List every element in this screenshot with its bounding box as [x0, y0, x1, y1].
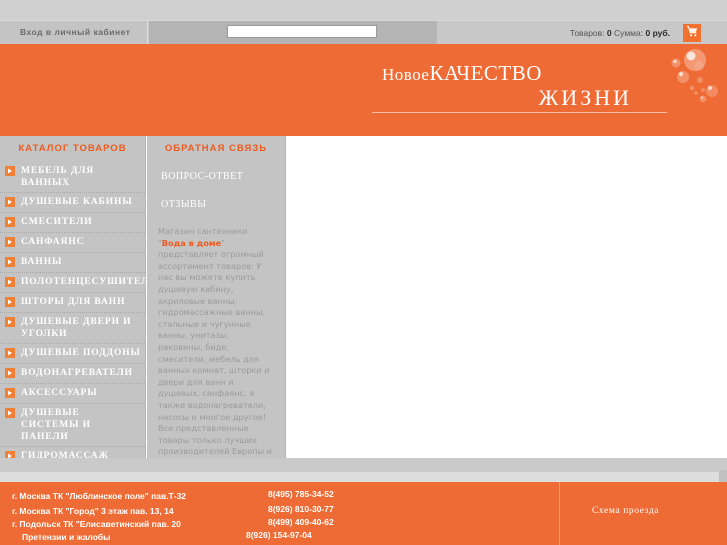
- page-root: Вход в личный кабинет Товаров: 0 Сумма: …: [0, 0, 727, 545]
- chevron-right-icon: [5, 277, 15, 287]
- chevron-right-icon: [5, 388, 15, 398]
- catalog-sidebar: КАТАЛОГ ТОВАРОВ МЕБЕЛЬ ДЛЯ ВАННЫХ ДУШЕВЫ…: [0, 136, 157, 467]
- sidebar-item-vanny[interactable]: ВАННЫ: [0, 253, 145, 273]
- footer-phone[interactable]: 8(926) 810-30-77: [268, 503, 334, 516]
- logo-word-novoe: Новое: [382, 65, 430, 84]
- catalog-title: КАТАЛОГ ТОВАРОВ: [18, 143, 127, 154]
- sidebar-item-label: АКСЕССУАРЫ: [21, 388, 98, 398]
- site-header-banner: НовоеКАЧЕСТВО ЖИЗНИ ГЛАВНАЯ КАТАЛОГ НОВО…: [0, 44, 727, 136]
- footer-contacts: г. Москва ТК "Люблинское поле" пав.Т-32 …: [0, 482, 560, 545]
- cart-items-count: 0: [606, 28, 612, 38]
- brand-name: Вода в доме: [161, 237, 222, 248]
- footer-complaints-label: Претензии и жалобы: [22, 532, 111, 542]
- login-link[interactable]: Вход в личный кабинет: [20, 27, 130, 37]
- chevron-right-icon: [5, 348, 15, 358]
- footer-address: г. Подольск ТК "Елисаветинский пав. 20: [12, 519, 181, 529]
- footer-spacer-upper: [0, 458, 727, 472]
- page-content: КАТАЛОГ ТОВАРОВ МЕБЕЛЬ ДЛЯ ВАННЫХ ДУШЕВЫ…: [0, 136, 727, 468]
- feedback-item-vopros-otvet[interactable]: ВОПРОС-ОТВЕТ: [147, 162, 285, 190]
- shopping-cart-icon: [686, 24, 698, 42]
- site-logo[interactable]: НовоеКАЧЕСТВО ЖИЗНИ: [300, 62, 670, 110]
- logo-line-2: ЖИЗНИ: [538, 85, 632, 110]
- chevron-right-icon: [5, 408, 15, 418]
- logo-word-kachestvo: КАЧЕСТВО: [429, 61, 542, 85]
- feedback-sidebar: ОБРАТНАЯ СВЯЗЬ ВОПРОС-ОТВЕТ ОТЗЫВЫ Магаз…: [147, 136, 286, 468]
- sidebar-item-label: ПОЛОТЕНЦЕСУШИТЕЛИ: [21, 277, 158, 287]
- chevron-right-icon: [5, 257, 15, 267]
- footer-contact-row: г. Москва ТК "Город" 3 этаж пав. 13, 14 …: [0, 503, 559, 516]
- cart-cell: Товаров: 0 Сумма: 0 руб.: [438, 21, 727, 45]
- sidebar-item-dushevye-kabiny[interactable]: ДУШЕВЫЕ КАБИНЫ: [0, 193, 145, 213]
- cart-sum-label: Сумма:: [614, 28, 644, 38]
- logo-divider: [372, 112, 667, 113]
- feedback-list: ВОПРОС-ОТВЕТ ОТЗЫВЫ: [147, 162, 285, 218]
- sidebar-item-label: МЕБЕЛЬ ДЛЯ ВАННЫХ: [21, 166, 95, 188]
- cart-summary: Товаров: 0 Сумма: 0 руб.: [570, 28, 670, 38]
- chevron-right-icon: [5, 197, 15, 207]
- feedback-item-label: ВОПРОС-ОТВЕТ: [161, 171, 244, 182]
- chevron-right-icon: [5, 297, 15, 307]
- footer-phone[interactable]: 8(495) 785-34-52: [268, 486, 334, 503]
- chevron-right-icon: [5, 217, 15, 227]
- feedback-title: ОБРАТНАЯ СВЯЗЬ: [164, 143, 268, 154]
- cart-button[interactable]: [683, 24, 701, 42]
- sidebar-item-sanfayans[interactable]: САНФАЯНС: [0, 233, 145, 253]
- cart-sum-value: 0 руб.: [645, 28, 670, 38]
- sidebar-item-label: ДУШЕВЫЕ КАБИНЫ: [21, 197, 133, 207]
- sidebar-item-polotencesushiteli[interactable]: ПОЛОТЕНЦЕСУШИТЕЛИ: [0, 273, 158, 293]
- sidebar-item-vodonagrevateli[interactable]: ВОДОНАГРЕВАТЕЛИ: [0, 364, 145, 384]
- catalog-list: МЕБЕЛЬ ДЛЯ ВАННЫХ ДУШЕВЫЕ КАБИНЫ СМЕСИТЕ…: [0, 162, 158, 467]
- logo-line-1: НовоеКАЧЕСТВО: [300, 62, 670, 86]
- footer-phone[interactable]: 8(499) 409-40-62: [268, 516, 334, 529]
- sidebar-item-dushevye-dveri[interactable]: ДУШЕВЫЕ ДВЕРИ И УГОЛКИ: [0, 313, 145, 344]
- chevron-right-icon: [5, 166, 15, 176]
- feedback-item-label: ОТЗЫВЫ: [161, 199, 207, 210]
- footer-contact-row: г. Москва ТК "Люблинское поле" пав.Т-32 …: [0, 482, 559, 503]
- utility-bar: Вход в личный кабинет Товаров: 0 Сумма: …: [0, 20, 727, 45]
- sidebar-item-smesiteli[interactable]: СМЕСИТЕЛИ: [0, 213, 145, 233]
- footer-address: г. Москва ТК "Город" 3 этаж пав. 13, 14: [12, 506, 174, 516]
- sidebar-item-dushevye-sistemy[interactable]: ДУШЕВЫЕ СИСТЕМЫ И ПАНЕЛИ: [0, 404, 145, 447]
- sidebar-item-aksessuary[interactable]: АКСЕССУАРЫ: [0, 384, 145, 404]
- sidebar-item-poddony[interactable]: ДУШЕВЫЕ ПОДДОНЫ: [0, 344, 145, 364]
- sidebar-item-label: ВОДОНАГРЕВАТЕЛИ: [21, 368, 133, 378]
- footer-contact-row: г. Подольск ТК "Елисаветинский пав. 20 8…: [0, 516, 559, 529]
- site-footer: г. Москва ТК "Люблинское поле" пав.Т-32 …: [0, 482, 727, 545]
- search-input[interactable]: [227, 25, 377, 38]
- chevron-right-icon: [5, 368, 15, 378]
- search-cell: [149, 21, 496, 45]
- chevron-right-icon: [5, 317, 15, 327]
- cart-items-label: Товаров:: [569, 28, 605, 38]
- feedback-item-otzyvy[interactable]: ОТЗЫВЫ: [147, 190, 285, 218]
- footer-address: г. Москва ТК "Люблинское поле" пав.Т-32: [12, 491, 187, 501]
- sidebar-item-label: ВАННЫ: [21, 257, 63, 267]
- chevron-right-icon: [5, 237, 15, 247]
- intro-text-after: " представляет огромный ассортимент това…: [158, 237, 272, 468]
- footer-phone[interactable]: 8(926) 154-97-04: [246, 529, 312, 542]
- top-spacer: [0, 0, 727, 20]
- login-cell[interactable]: Вход в личный кабинет: [0, 21, 148, 45]
- sidebar-item-mebel[interactable]: МЕБЕЛЬ ДЛЯ ВАННЫХ: [0, 162, 145, 193]
- sidebar-item-label: ШТОРЫ ДЛЯ ВАНН: [21, 297, 126, 307]
- sidebar-item-shtory[interactable]: ШТОРЫ ДЛЯ ВАНН: [0, 293, 145, 313]
- sidebar-item-label: СМЕСИТЕЛИ: [21, 217, 93, 227]
- sidebar-item-label: ДУШЕВЫЕ ДВЕРИ И УГОЛКИ: [21, 317, 132, 339]
- sidebar-item-label: САНФАЯНС: [21, 237, 85, 247]
- route-map-link[interactable]: Схема проезда: [592, 506, 659, 516]
- intro-paragraph: Магазин сантехники "Вода в доме" предста…: [147, 218, 285, 469]
- footer-spacer-lower: [0, 472, 727, 482]
- sidebar-item-label: ДУШЕВЫЕ СИСТЕМЫ И ПАНЕЛИ: [21, 408, 91, 442]
- sidebar-item-label: ДУШЕВЫЕ ПОДДОНЫ: [21, 348, 141, 358]
- footer-contact-row: Претензии и жалобы 8(926) 154-97-04: [0, 529, 559, 542]
